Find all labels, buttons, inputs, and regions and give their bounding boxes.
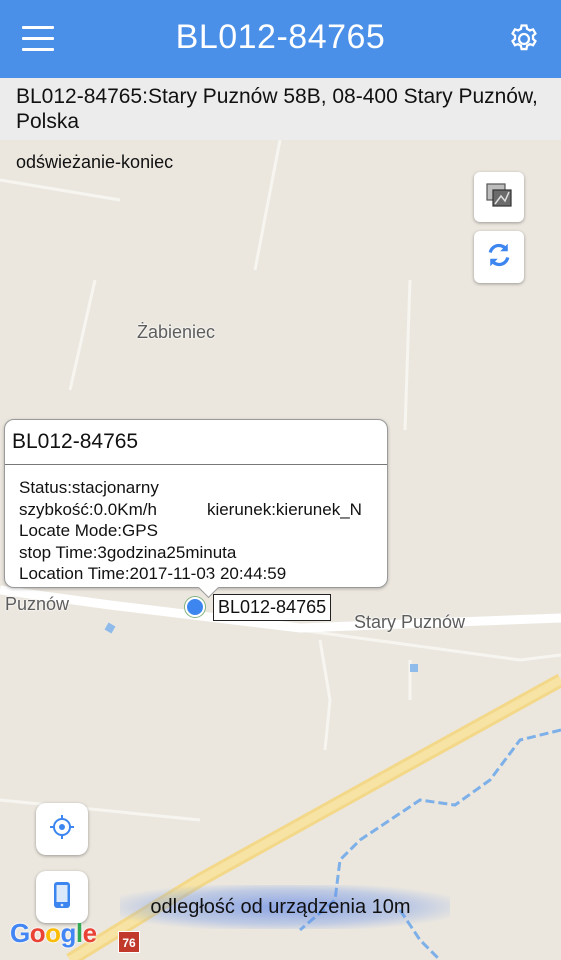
google-letter: o [29,918,46,948]
distance-text: odległość od urządzenia 10m [150,896,411,918]
refresh-button[interactable] [474,231,524,283]
device-marker-label[interactable]: BL012-84765 [213,594,332,621]
google-letter: o [45,918,61,948]
stop-time-text: stop Time:3godzina25minuta [19,542,237,562]
place-label-stary-puznow: Stary Puznów [354,612,466,632]
location-time-text: Location Time:2017-11-03 20:44:59 [19,564,287,583]
map-type-button[interactable] [474,172,524,222]
place-label-puznow: Puznów [5,594,70,614]
speed-text: szybkość:0.0Km/h [19,499,157,519]
google-letter: g [60,918,77,948]
app-bar: BL012-84765 [0,0,561,78]
place-label-zabieniec: Żabieniec [137,322,216,342]
refresh-status-text: odświeżanie-koniec [16,152,174,172]
device-location-marker[interactable] [185,597,205,617]
locate-mode-text: Locate Mode:GPS [19,521,158,540]
road-number-badge: 76 [118,931,140,953]
gear-icon[interactable] [507,22,541,56]
google-letter: G [10,918,30,948]
refresh-icon [484,240,514,275]
speed-direction-row: szybkość:0.0Km/h kierunek:kierunek_N [19,499,373,521]
google-letter: l [75,918,83,948]
google-letter: e [82,918,97,948]
layers-icon [483,179,515,216]
info-window-title: BL012-84765 [5,420,387,465]
address-bar: BL012-84765:Stary Puznów 58B, 08-400 Sta… [0,78,561,140]
info-window-body: Status:stacjonarny szybkość:0.0Km/h kier… [5,465,387,585]
direction-text: kierunek:kierunek_N [206,499,362,519]
device-info-window[interactable]: BL012-84765 Status:stacjonarny szybkość:… [4,419,388,588]
google-logo: Google [10,918,97,949]
crosshair-icon [48,813,76,846]
status-text: Status:stacjonarny [19,478,159,497]
my-location-button[interactable] [36,803,88,855]
page-title: BL012-84765 [175,18,386,56]
